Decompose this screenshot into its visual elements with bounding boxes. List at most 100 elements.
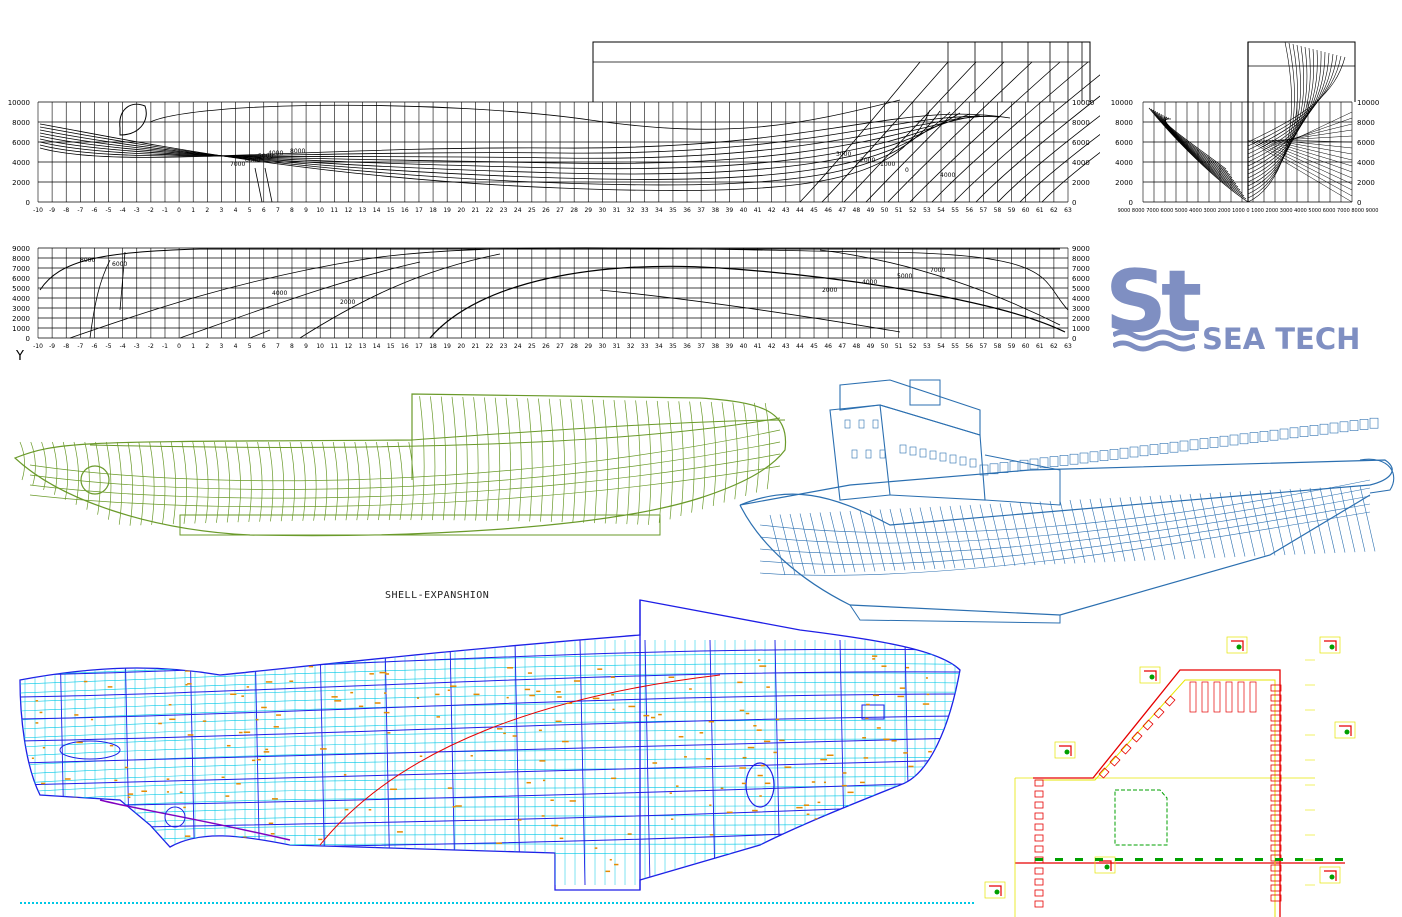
- bulwark-frame: [1169, 441, 1179, 453]
- shell-outline: [19, 599, 961, 891]
- weld-mark: [1135, 858, 1143, 861]
- frame-line: [386, 441, 393, 521]
- bulwark-frame: [1329, 422, 1339, 434]
- bulwark-frame: [1259, 431, 1269, 442]
- profile-view-panel: 10000 10000 8000 8000 6000 6000 4000 4000 2000 20…: [0, 40, 1100, 220]
- side-frame: [1289, 488, 1306, 555]
- frame-number-label: 59: [1008, 343, 1016, 350]
- side-frame: [1149, 495, 1166, 560]
- frame-number-label: 3: [220, 343, 224, 350]
- frame-line: [430, 396, 436, 521]
- frame-number-label: -3: [134, 343, 140, 350]
- bulwark-frame: [1289, 427, 1299, 439]
- plate-annotation: [289, 680, 294, 682]
- stiffener-link: [1034, 823, 1044, 831]
- profile-y-label: 6000: [12, 139, 30, 147]
- plan-inline-label: 6000: [112, 261, 127, 268]
- plan-y-label-right: 0: [1072, 335, 1076, 343]
- weld-mark: [1295, 858, 1303, 861]
- frame-number-label: 18: [429, 343, 437, 350]
- side-frame: [789, 513, 806, 575]
- plate-annotation: [826, 754, 834, 757]
- weld-mark: [1035, 858, 1043, 861]
- side-frame: [1129, 496, 1146, 561]
- plate-annotation: [551, 824, 559, 827]
- plate-annotation: [35, 700, 39, 702]
- bulwark-frame: [1219, 435, 1229, 447]
- plate-annotation: [559, 837, 564, 840]
- top-stiffener: [1201, 681, 1209, 713]
- plate-butt: [839, 639, 846, 886]
- shell-seam-line: [20, 803, 960, 820]
- section-frame: [984, 881, 1006, 899]
- frame-number-label: 7: [276, 343, 280, 350]
- side-frame: [909, 507, 926, 570]
- plate-annotation: [926, 693, 930, 696]
- frame-number-label: 37: [697, 207, 705, 214]
- frame-line: [300, 441, 306, 521]
- side-frame: [1349, 485, 1366, 552]
- plate-annotation: [379, 671, 387, 674]
- frame-number-label: 39: [726, 207, 734, 214]
- deck-at-side-line: [149, 99, 901, 130]
- plate-annotation: [255, 718, 259, 721]
- section-detail: [1139, 666, 1161, 684]
- plate-annotation: [939, 825, 945, 827]
- shell-seam-line: [20, 812, 960, 829]
- body-plan-y-label: 4000: [1115, 159, 1133, 167]
- plate-annotation: [670, 818, 674, 820]
- side-frame: [1359, 485, 1376, 552]
- plate-annotation: [705, 758, 711, 760]
- frame-number-label: -1: [162, 207, 168, 214]
- frame-number-label: 47: [838, 207, 846, 214]
- side-frame: [859, 510, 876, 572]
- plate-annotation: [538, 729, 542, 732]
- window: [929, 450, 937, 460]
- frame-number-label: 42: [768, 207, 776, 214]
- frame-number-label: 49: [867, 207, 875, 214]
- frame-number-label: 27: [556, 207, 564, 214]
- plate-annotation: [158, 722, 162, 725]
- plate-annotation: [556, 691, 561, 693]
- frame-number-label: 16: [401, 343, 409, 350]
- frame-number-label: -9: [49, 343, 55, 350]
- plate-annotation: [76, 741, 83, 744]
- section-detail: [1334, 721, 1356, 739]
- frame-number-label: 31: [613, 207, 621, 214]
- plate-annotation: [529, 694, 536, 697]
- plate-annotation: [796, 806, 803, 809]
- window: [969, 458, 977, 468]
- plate-annotation: [236, 783, 241, 785]
- frame-line: [505, 397, 511, 522]
- section-frame: [1226, 636, 1248, 654]
- bulwark-frame: [1179, 440, 1189, 452]
- plate-annotation: [383, 711, 390, 714]
- plate-annotation: [709, 804, 712, 806]
- frame-line: [365, 441, 371, 521]
- bulwark-frame: [1149, 444, 1159, 455]
- plate-annotation: [318, 838, 323, 841]
- window: [939, 452, 947, 462]
- window: [879, 449, 886, 459]
- frame-line: [289, 441, 295, 522]
- profile-y-label-right: 2000: [1072, 179, 1090, 187]
- body-plan-y-label-right: 6000: [1357, 139, 1375, 147]
- side-frame: [1159, 495, 1176, 560]
- bulwark-frame: [1369, 417, 1379, 429]
- frame-number-label: 37: [697, 343, 705, 350]
- frame-number-label: 60: [1022, 207, 1030, 214]
- frame-number-label: 17: [415, 343, 423, 350]
- frame-line: [527, 398, 533, 522]
- shell-seam-line: [20, 850, 960, 865]
- section-curve: [799, 61, 921, 203]
- plate-annotation: [479, 852, 486, 855]
- longitudinal-line: [29, 453, 781, 499]
- plate-annotation: [256, 758, 261, 761]
- body-plan-y-label: 2000: [1115, 179, 1133, 187]
- side-frame: [1339, 486, 1356, 553]
- body-plan-y-label: 0: [1129, 199, 1133, 207]
- frame-number-label: 42: [768, 343, 776, 350]
- frame-number-label: -6: [91, 207, 97, 214]
- frame-line: [408, 441, 414, 521]
- plate-annotation: [885, 793, 889, 795]
